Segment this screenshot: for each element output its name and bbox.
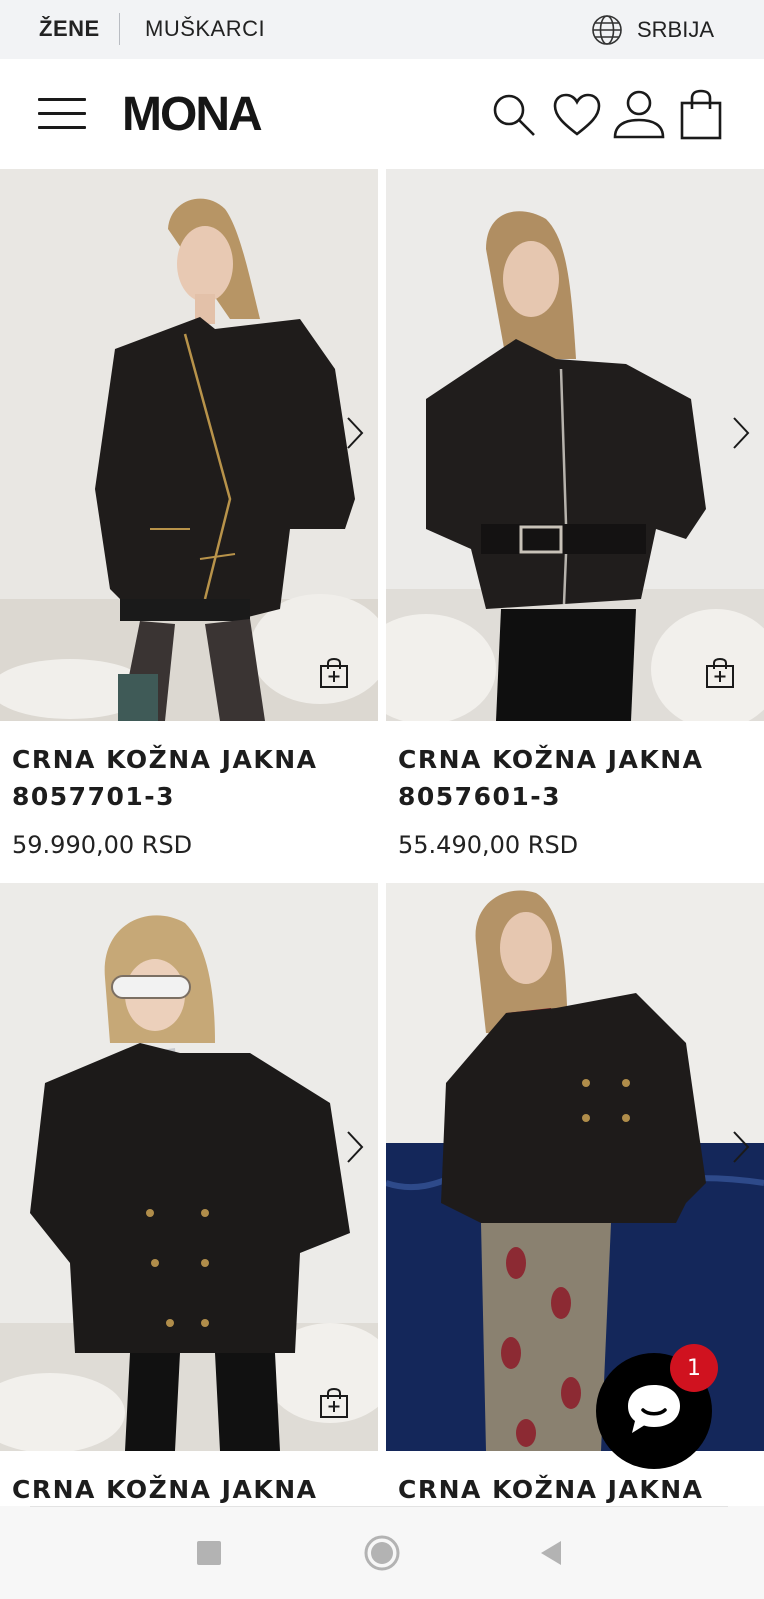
product-title-line1: CRNA KOŽNA JAKNA: [398, 745, 704, 774]
product-price: 59.990,00 RSD: [12, 831, 193, 859]
shopping-bag-icon[interactable]: [673, 87, 729, 143]
menu-icon[interactable]: [38, 98, 86, 130]
product-price: 55.490,00 RSD: [398, 831, 579, 859]
product-title-line2: 8057701-3: [12, 782, 176, 811]
chat-bubble-icon: [624, 1381, 684, 1442]
product-title-line1: CRNA KOŽNA JAKNA: [12, 1475, 318, 1504]
recent-apps-icon[interactable]: [186, 1530, 232, 1576]
product-image[interactable]: [386, 169, 764, 721]
search-icon[interactable]: [486, 87, 542, 143]
next-image-arrow[interactable]: [726, 413, 756, 453]
back-icon[interactable]: [528, 1530, 574, 1576]
logo[interactable]: MONA: [122, 87, 263, 142]
product-title[interactable]: CRNA KOŽNA JAKNA 8057601-3: [398, 741, 703, 815]
add-to-cart-icon[interactable]: [704, 657, 736, 689]
tab-zene[interactable]: ŽENE: [39, 16, 100, 42]
product-title-line1: CRNA KOŽNA JAKNA: [12, 745, 318, 774]
product-title[interactable]: CRNA KOŽNA JAKNA: [398, 1471, 703, 1508]
nav-divider: [30, 1506, 728, 1507]
region-selector[interactable]: SRBIJA: [591, 14, 714, 46]
next-image-arrow[interactable]: [340, 413, 370, 453]
system-nav-bar: [0, 1506, 764, 1599]
product-title[interactable]: CRNA KOŽNA JAKNA 8057701-3: [12, 741, 317, 815]
product-title-line1: CRNA KOŽNA JAKNA: [398, 1475, 704, 1504]
add-to-cart-icon[interactable]: [318, 1387, 350, 1419]
gender-bar: ŽENE MUŠKARCI SRBIJA: [0, 0, 764, 59]
next-image-arrow[interactable]: [726, 1127, 756, 1167]
product-title[interactable]: CRNA KOŽNA JAKNA: [12, 1471, 317, 1508]
globe-icon: [591, 14, 623, 46]
home-icon[interactable]: [359, 1530, 405, 1576]
chat-notification-badge: 1: [670, 1344, 718, 1392]
site-header: MONA: [0, 59, 764, 169]
tab-divider: [119, 13, 120, 45]
user-icon[interactable]: [611, 87, 667, 143]
product-title-line2: 8057601-3: [398, 782, 562, 811]
product-image[interactable]: [0, 169, 378, 721]
add-to-cart-icon[interactable]: [318, 657, 350, 689]
region-label: SRBIJA: [636, 17, 714, 42]
next-image-arrow[interactable]: [340, 1127, 370, 1167]
heart-icon[interactable]: [549, 87, 605, 143]
product-image[interactable]: [0, 883, 378, 1451]
tab-muskarci[interactable]: MUŠKARCI: [145, 16, 265, 42]
